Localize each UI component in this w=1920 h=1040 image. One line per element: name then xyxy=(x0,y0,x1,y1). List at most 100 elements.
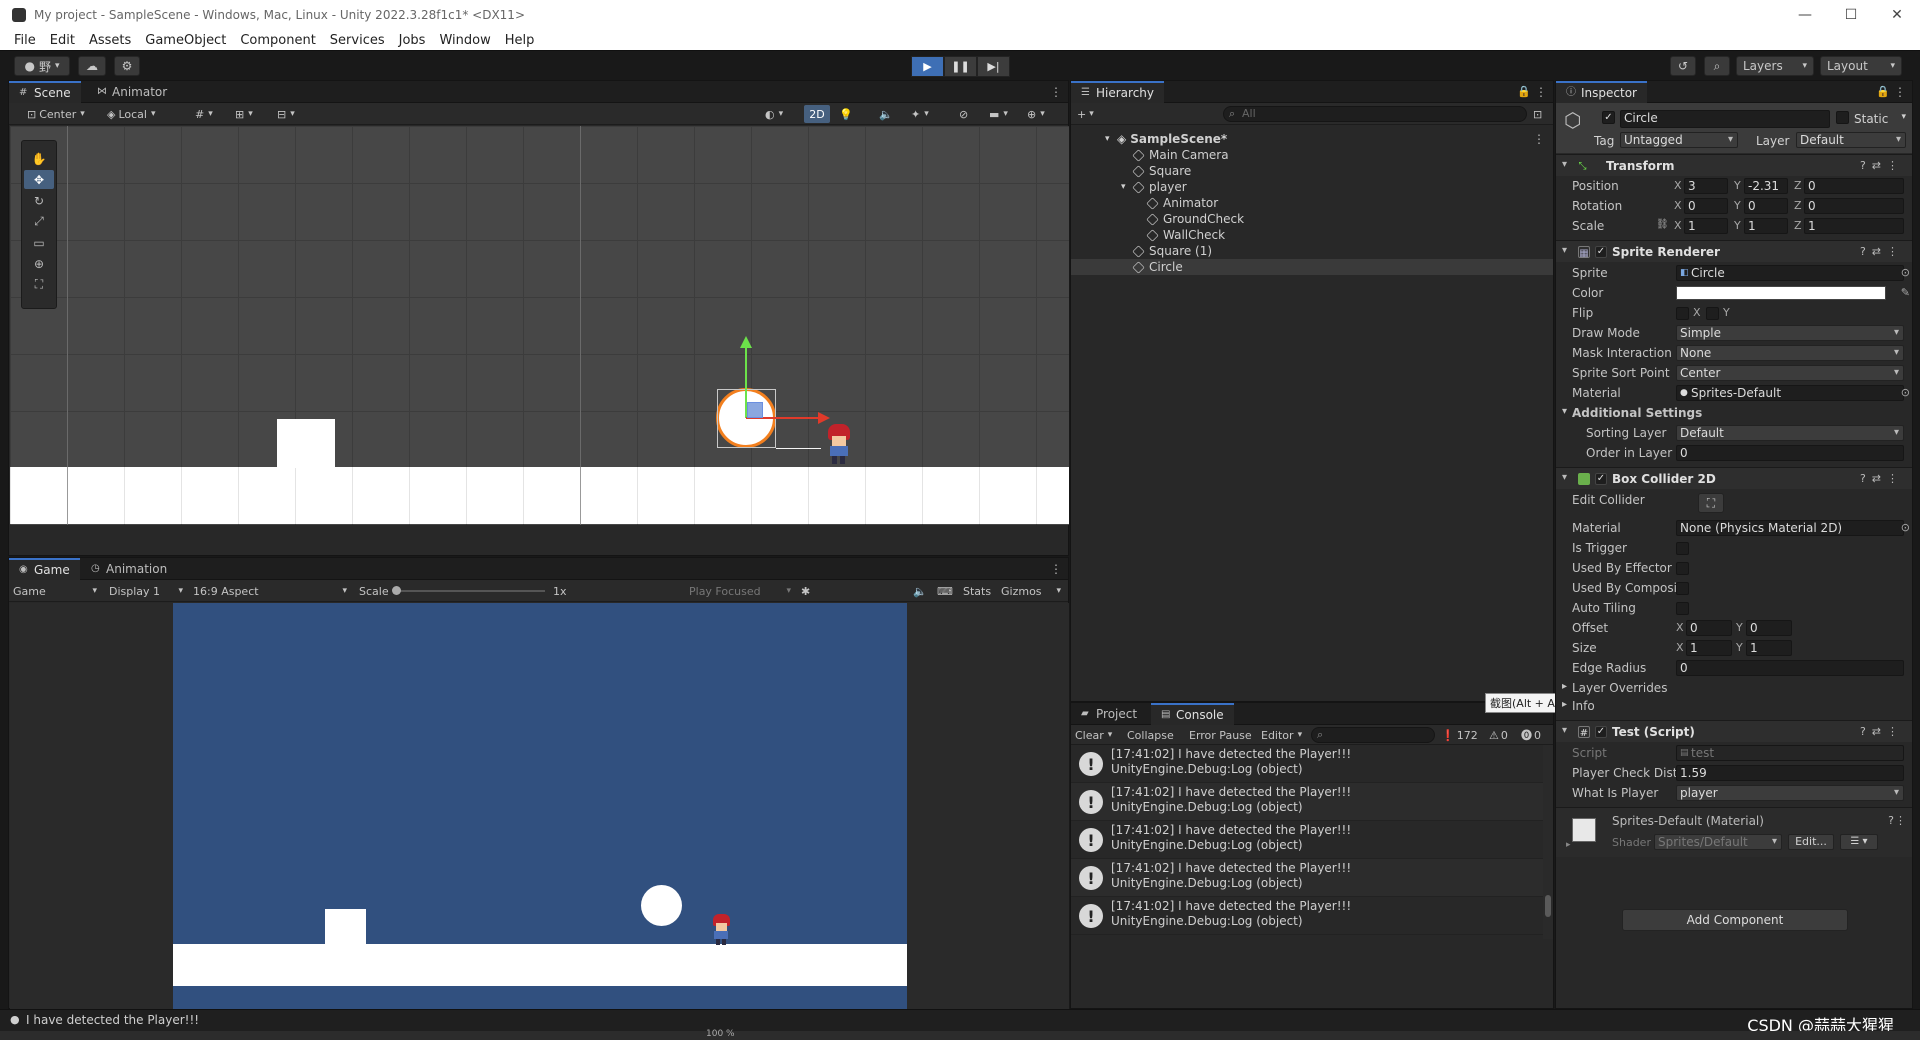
minimize-button[interactable]: — xyxy=(1782,0,1828,30)
shader-options-dropdown[interactable]: ☰ ▾ xyxy=(1840,834,1878,850)
link-icon[interactable]: ⛓ xyxy=(1656,219,1669,230)
hierarchy-item[interactable]: Animator xyxy=(1071,195,1553,211)
hierarchy-item[interactable]: GroundCheck xyxy=(1071,211,1553,227)
console-scroll-thumb[interactable] xyxy=(1545,895,1551,917)
position-z-input[interactable]: 0 xyxy=(1804,178,1904,194)
warning-filter-toggle[interactable]: ⚠ 0 xyxy=(1489,727,1508,743)
display-dropdown[interactable]: Display 1 ▾ xyxy=(109,583,185,599)
history-button[interactable]: ↺ xyxy=(1670,56,1696,76)
expand-arrow-icon[interactable]: ▸ xyxy=(1562,681,1567,692)
hierarchy-search-input[interactable]: ⌕ All xyxy=(1223,106,1527,122)
rotation-z-input[interactable]: 0 xyxy=(1804,198,1904,214)
shader-edit-button[interactable]: Edit... xyxy=(1788,834,1834,850)
log-entry[interactable]: ! [17:41:02] I have detected the Player!… xyxy=(1071,859,1545,897)
object-picker-icon[interactable]: ⊙ xyxy=(1901,266,1910,279)
hierarchy-item[interactable]: ▾ player xyxy=(1071,179,1553,195)
game-viewport[interactable] xyxy=(10,603,1069,1009)
position-x-input[interactable]: 3 xyxy=(1684,178,1728,194)
tab-game[interactable]: ◉ Game xyxy=(9,558,80,580)
move-gizmo-plane-handle[interactable] xyxy=(747,402,763,418)
box-collider-enabled-checkbox[interactable]: ✓ xyxy=(1595,473,1607,485)
scale-tool-icon[interactable]: ⤢ xyxy=(24,212,54,231)
pivot-rotation-dropdown[interactable]: ◈ Local xyxy=(107,106,156,122)
is-trigger-checkbox[interactable] xyxy=(1676,542,1689,555)
play-button[interactable]: ▶ xyxy=(911,56,944,77)
game-view-dropdown[interactable]: Game ▾ xyxy=(13,583,99,599)
camera-dropdown[interactable]: ▬ xyxy=(989,106,1008,122)
square-1-object[interactable] xyxy=(277,419,335,468)
editor-dropdown[interactable]: Editor xyxy=(1261,727,1302,743)
maximize-button[interactable]: ☐ xyxy=(1828,0,1874,30)
scale-slider-thumb[interactable] xyxy=(392,586,401,595)
hierarchy-item-selected[interactable]: Circle xyxy=(1071,259,1553,275)
order-in-layer-input[interactable]: 0 xyxy=(1676,445,1904,461)
tab-hierarchy[interactable]: ☰ Hierarchy xyxy=(1071,81,1165,103)
hierarchy-item[interactable]: Square (1) xyxy=(1071,243,1553,259)
used-by-effector-checkbox[interactable] xyxy=(1676,562,1689,575)
log-entry[interactable]: ! [17:41:02] I have detected the Player!… xyxy=(1071,745,1545,783)
edge-radius-input[interactable]: 0 xyxy=(1676,660,1904,676)
edit-collider-button[interactable]: ⛶ xyxy=(1698,493,1724,513)
scene-visibility-icon[interactable]: ⊡ xyxy=(1533,106,1542,122)
gizmos-dropdown[interactable]: ⊕ xyxy=(1027,106,1045,122)
test-script-header[interactable]: ▾ # ✓ Test (Script) ?⇄⋮ xyxy=(1556,720,1912,742)
play-focused-dropdown[interactable]: Play Focused ▾ xyxy=(689,583,793,599)
component-header-icons[interactable]: ?⇄⋮ xyxy=(1860,725,1904,738)
player-sprite[interactable] xyxy=(824,424,852,466)
menu-window[interactable]: Window xyxy=(439,33,490,48)
collapse-arrow-icon[interactable]: ▾ xyxy=(1562,472,1567,483)
scale-y-input[interactable]: 1 xyxy=(1744,218,1788,234)
sorting-layer-dropdown[interactable]: Default xyxy=(1676,425,1904,441)
error-filter-toggle[interactable]: ⓿0 xyxy=(1521,727,1541,743)
hierarchy-item[interactable]: WallCheck xyxy=(1071,227,1553,243)
create-dropdown[interactable]: + ▾ xyxy=(1077,106,1094,122)
scene-viewport[interactable]: ✋ ✥ ↻ ⤢ ▭ ⊕ ⛶ xyxy=(10,126,1069,525)
custom-tool-icon[interactable]: ⛶ xyxy=(24,275,54,294)
tab-scene[interactable]: # Scene xyxy=(9,81,81,103)
mask-interaction-dropdown[interactable]: None xyxy=(1676,345,1904,361)
game-menu-icon[interactable]: ⋮ xyxy=(1050,562,1062,576)
collapse-arrow-icon[interactable]: ▾ xyxy=(1562,725,1567,736)
increment-snap-dropdown[interactable]: ⊟ xyxy=(277,106,295,122)
log-entry[interactable]: ! [17:41:02] I have detected the Player!… xyxy=(1071,783,1545,821)
pivot-mode-dropdown[interactable]: ⊡ Center xyxy=(27,106,85,122)
sprite-object-field[interactable]: ◧ Circle xyxy=(1676,265,1904,281)
collapse-button[interactable]: Collapse xyxy=(1127,727,1174,743)
static-dropdown-icon[interactable]: ▾ xyxy=(1901,112,1906,122)
pause-button[interactable]: ❚❚ xyxy=(944,56,977,77)
static-checkbox[interactable] xyxy=(1836,111,1849,124)
size-x-input[interactable]: 1 xyxy=(1686,640,1732,656)
scale-z-input[interactable]: 1 xyxy=(1804,218,1904,234)
mute-audio-icon[interactable]: 🔈 xyxy=(913,583,927,599)
inspector-menu-icon[interactable]: ⋮ xyxy=(1894,85,1906,99)
menu-gameobject[interactable]: GameObject xyxy=(145,33,226,48)
component-header-icons[interactable]: ?⇄⋮ xyxy=(1860,159,1904,172)
hidden-objects-toggle[interactable]: ⊘ xyxy=(959,106,968,122)
gizmos-game-dropdown[interactable]: Gizmos ▾ xyxy=(1001,583,1063,599)
position-y-input[interactable]: -2.31 xyxy=(1744,178,1788,194)
layout-dropdown[interactable]: Layout ▾ xyxy=(1820,56,1902,76)
menu-file[interactable]: File xyxy=(14,33,36,48)
rotate-tool-icon[interactable]: ↻ xyxy=(24,191,54,210)
scale-slider[interactable] xyxy=(392,586,545,595)
search-button[interactable]: ⌕ xyxy=(1704,56,1730,76)
object-name-input[interactable]: Circle xyxy=(1620,110,1830,128)
shader-dropdown[interactable]: Sprites/Default xyxy=(1654,834,1782,850)
active-checkbox[interactable]: ✓ xyxy=(1602,111,1615,124)
test-script-enabled-checkbox[interactable]: ✓ xyxy=(1595,726,1607,738)
menu-help[interactable]: Help xyxy=(505,33,535,48)
transform-header[interactable]: ▾ ⤡ Transform ?⇄⋮ xyxy=(1556,154,1912,176)
component-header-icons[interactable]: ?⇄⋮ xyxy=(1860,245,1904,258)
object-picker-icon[interactable]: ⊙ xyxy=(1901,521,1910,534)
log-entry[interactable]: ! [17:41:02] I have detected the Player!… xyxy=(1071,821,1545,859)
log-entry[interactable]: ! [17:41:02] I have detected the Player!… xyxy=(1071,897,1545,935)
scale-x-input[interactable]: 1 xyxy=(1684,218,1728,234)
menu-component[interactable]: Component xyxy=(240,33,315,48)
clear-button[interactable]: Clear xyxy=(1075,727,1112,743)
layers-dropdown[interactable]: Layers ▾ xyxy=(1736,56,1814,76)
expand-arrow-icon[interactable]: ▾ xyxy=(1121,182,1126,192)
flip-x-checkbox[interactable] xyxy=(1676,307,1689,320)
tag-dropdown[interactable]: Untagged xyxy=(1620,132,1738,148)
color-swatch[interactable] xyxy=(1676,286,1886,300)
add-component-button[interactable]: Add Component xyxy=(1622,909,1848,931)
